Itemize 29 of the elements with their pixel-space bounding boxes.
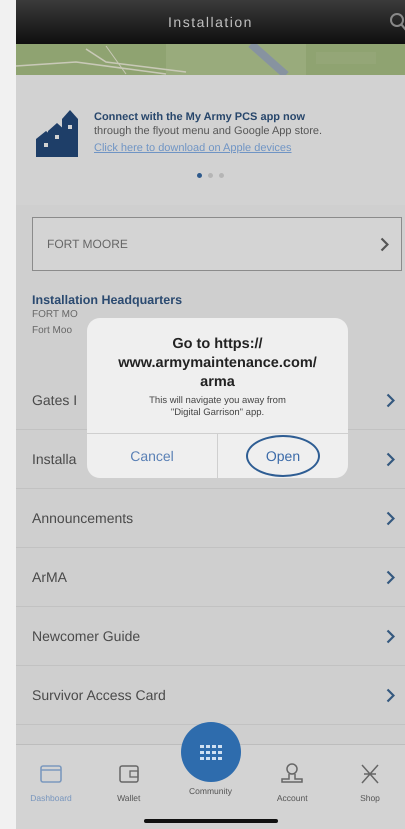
chevron-icon: [386, 688, 395, 702]
menu-row[interactable]: ArMA: [16, 548, 405, 607]
address-line: FORT MO: [32, 308, 79, 322]
grid-icon: [200, 744, 222, 760]
cancel-button[interactable]: Cancel: [87, 434, 217, 478]
menu-row[interactable]: Newcomer Guide: [16, 607, 405, 666]
promo-heading: Connect with the My Army PCS app now: [94, 110, 306, 124]
promo-text: through the flyout menu and Google App store.: [94, 124, 322, 138]
dialog-title: Go to https:// www.armymaintenance.com/ arma: [117, 335, 318, 392]
chevron-icon: [386, 628, 395, 644]
screen-title: Installation: [168, 14, 253, 30]
page-dot[interactable]: [208, 173, 213, 178]
page-dot[interactable]: [219, 173, 224, 178]
chevron-icon: [386, 510, 395, 526]
search-icon[interactable]: [389, 12, 405, 32]
tab[interactable]: Wallet: [98, 761, 160, 803]
installation-selector[interactable]: FORT MOORE: [32, 217, 402, 271]
section-heading: Installation Headquarters: [32, 293, 184, 307]
page-dot[interactable]: [197, 173, 202, 178]
chevron-icon: [386, 570, 395, 584]
chevron-icon: [380, 236, 389, 252]
tab[interactable]: Shop: [339, 761, 401, 803]
chevron-icon: [386, 392, 395, 408]
dialog-message: This will navigate you away from "Digital Garrison" app.: [148, 394, 287, 420]
menu-row[interactable]: Announcements: [16, 489, 405, 548]
open-button[interactable]: Open: [217, 434, 348, 478]
address-line: Fort Moo: [32, 324, 74, 338]
chevron-icon: [386, 452, 395, 466]
tab[interactable]: Account: [261, 761, 324, 803]
